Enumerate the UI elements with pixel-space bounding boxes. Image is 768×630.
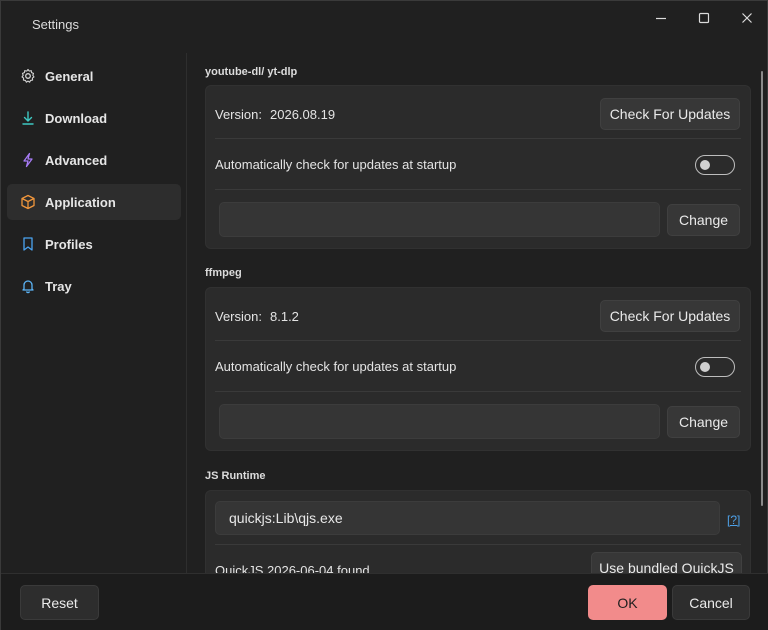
sidebar: General Download Advanced Application Pr… <box>1 53 187 573</box>
ytdlp-path-field[interactable] <box>219 202 660 237</box>
divider <box>215 138 741 139</box>
js-runtime-section-title: JS Runtime <box>205 470 266 482</box>
ffmpeg-version-value: 8.1.2 <box>270 309 299 324</box>
ffmpeg-auto-check-toggle[interactable] <box>695 357 735 377</box>
sidebar-item-label: Advanced <box>45 152 108 168</box>
footer: Reset OK Cancel <box>1 573 768 630</box>
divider <box>215 340 741 341</box>
sidebar-item-label: Tray <box>45 278 72 294</box>
ffmpeg-path-field[interactable] <box>219 404 660 439</box>
scrollbar-thumb[interactable] <box>761 71 763 506</box>
use-bundled-quickjs-button[interactable]: Use bundled QuickJS <box>591 552 742 573</box>
js-runtime-field[interactable]: quickjs:Lib\qjs.exe <box>215 501 720 535</box>
gear-icon <box>20 68 36 84</box>
toggle-knob <box>700 362 710 372</box>
js-runtime-help-link[interactable]: [?] <box>727 513 740 527</box>
ytdlp-version-label: Version: <box>215 107 262 122</box>
sidebar-item-label: General <box>45 68 94 84</box>
settings-content: youtube-dl/ yt-dlp Version: 2026.08.19 C… <box>188 53 761 573</box>
js-runtime-card: quickjs:Lib\qjs.exe [?] QuickJS 2026-06-… <box>205 490 751 573</box>
js-runtime-status-text: QuickJS 2026-06-04 found <box>215 563 370 573</box>
ffmpeg-auto-check-label: Automatically check for updates at start… <box>215 359 457 374</box>
sidebar-item-general[interactable]: General <box>7 58 181 94</box>
download-icon <box>20 110 36 126</box>
maximize-button[interactable] <box>687 7 721 29</box>
ytdlp-section-title: youtube-dl/ yt-dlp <box>205 66 298 78</box>
ytdlp-check-updates-button[interactable]: Check For Updates <box>600 98 740 130</box>
ffmpeg-change-button[interactable]: Change <box>667 406 740 438</box>
cancel-button[interactable]: Cancel <box>672 585 750 620</box>
sidebar-item-download[interactable]: Download <box>7 100 181 136</box>
sidebar-item-label: Application <box>45 194 116 210</box>
ytdlp-version-value: 2026.08.19 <box>270 107 336 122</box>
lightning-icon <box>20 152 36 168</box>
close-icon <box>742 13 752 23</box>
bookmark-icon <box>20 236 36 252</box>
ok-button[interactable]: OK <box>588 585 667 620</box>
divider <box>215 189 741 190</box>
divider <box>215 391 741 392</box>
ytdlp-auto-check-toggle[interactable] <box>695 155 735 175</box>
ytdlp-change-button[interactable]: Change <box>667 204 740 236</box>
window-title: Settings <box>32 17 79 32</box>
bell-icon <box>20 278 36 294</box>
reset-button[interactable]: Reset <box>20 585 99 620</box>
sidebar-item-tray[interactable]: Tray <box>7 268 181 304</box>
sidebar-item-profiles[interactable]: Profiles <box>7 226 181 262</box>
minimize-button[interactable] <box>644 7 678 29</box>
ffmpeg-section-title: ffmpeg <box>205 267 242 279</box>
ffmpeg-version-label: Version: <box>215 309 262 324</box>
sidebar-item-advanced[interactable]: Advanced <box>7 142 181 178</box>
sidebar-item-application[interactable]: Application <box>7 184 181 220</box>
maximize-icon <box>698 12 710 24</box>
title-bar: Settings <box>1 1 768 47</box>
close-button[interactable] <box>730 7 764 29</box>
sidebar-item-label: Download <box>45 110 108 126</box>
ytdlp-auto-check-label: Automatically check for updates at start… <box>215 157 457 172</box>
content-scrollbar[interactable] <box>760 63 764 563</box>
settings-window: Settings General Download Advanced Appli… <box>0 0 768 630</box>
toggle-knob <box>700 160 710 170</box>
ffmpeg-card: Version: 8.1.2 Check For Updates Automat… <box>205 287 751 451</box>
divider <box>215 544 741 545</box>
minimize-icon <box>656 17 666 20</box>
ffmpeg-check-updates-button[interactable]: Check For Updates <box>600 300 740 332</box>
box-icon <box>20 194 36 210</box>
sidebar-item-label: Profiles <box>45 236 93 252</box>
ytdlp-card: Version: 2026.08.19 Check For Updates Au… <box>205 85 751 249</box>
